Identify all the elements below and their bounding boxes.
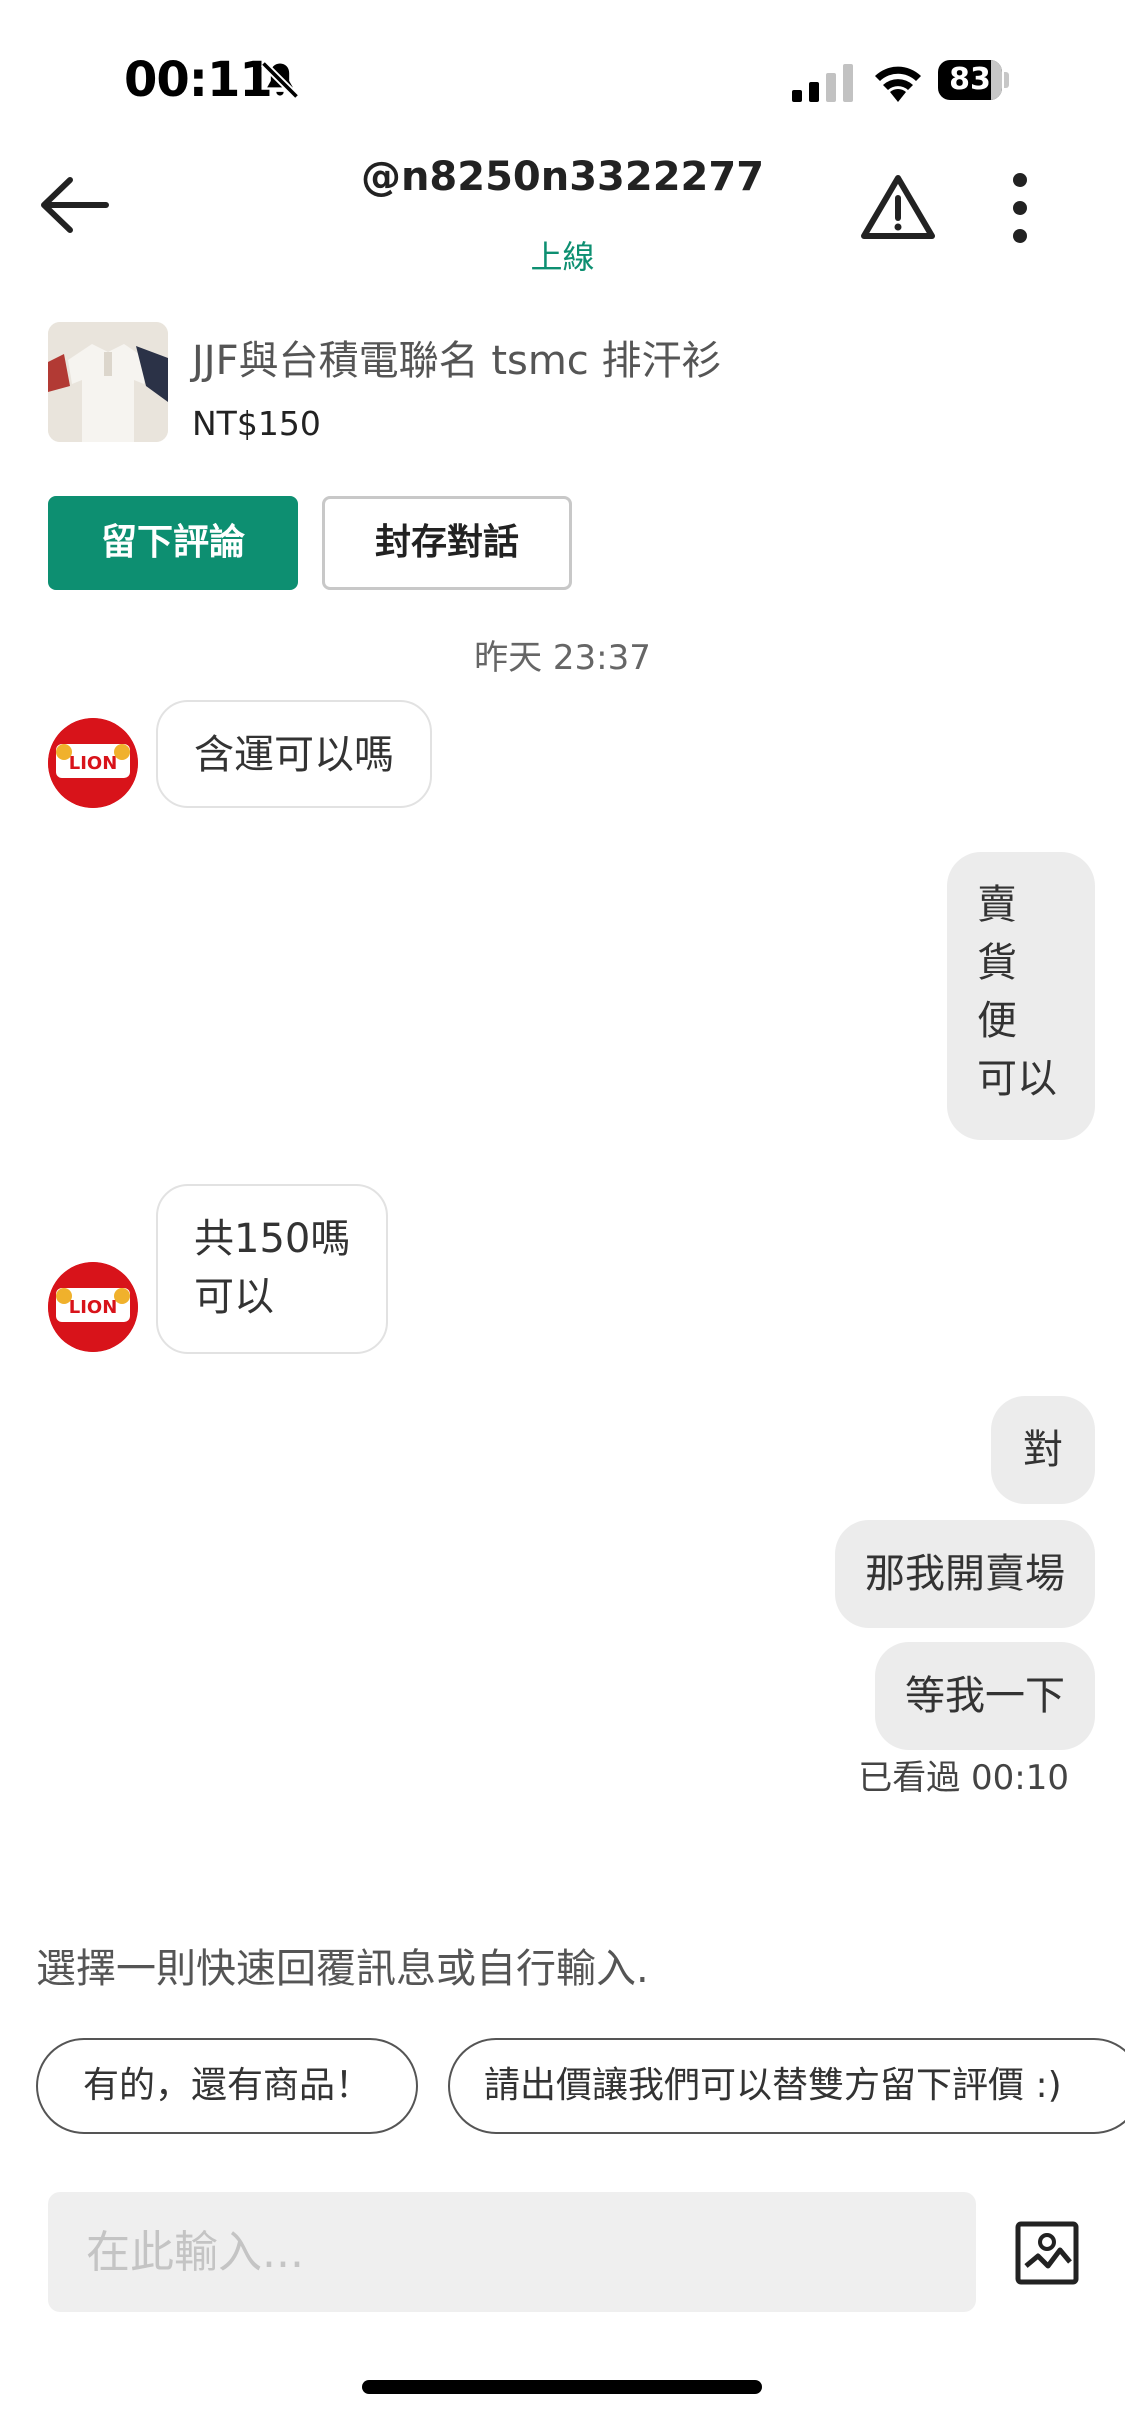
message-bubble-received: 含運可以嗎 — [156, 700, 432, 808]
more-vertical-icon[interactable] — [1000, 172, 1040, 244]
wifi-icon — [875, 66, 921, 102]
message-input[interactable] — [48, 2192, 976, 2312]
message-text: 可以 — [194, 1274, 274, 1320]
product-price: NT$150 — [192, 404, 321, 443]
quick-reply-hint: 選擇一則快速回覆訊息或自行輸入. — [36, 1946, 649, 1992]
status-time: 00:11 — [124, 52, 273, 108]
warning-icon[interactable] — [860, 172, 936, 242]
message-text: 便 — [977, 998, 1017, 1044]
avatar[interactable]: LION — [48, 718, 138, 808]
leave-review-button[interactable]: 留下評論 — [48, 496, 298, 590]
home-indicator[interactable] — [362, 2380, 762, 2394]
message-bubble-sent: 賣 貨 便 可以 — [947, 852, 1095, 1140]
quick-reply-chip[interactable]: 請出價讓我們可以替雙方留下評價 :) — [448, 2038, 1125, 2134]
seen-receipt: 已看過 00:10 — [858, 1758, 1069, 1798]
battery-icon: 83 — [938, 60, 1010, 100]
message-text: 等我一下 — [905, 1673, 1065, 1719]
svg-text:LION: LION — [69, 753, 118, 774]
date-separator: 昨天 23:37 — [474, 638, 651, 678]
message-bubble-sent: 等我一下 — [875, 1642, 1095, 1750]
quick-reply-chip[interactable]: 有的，還有商品！ — [36, 2038, 418, 2134]
message-text: 對 — [1023, 1427, 1063, 1473]
message-bubble-sent: 對 — [991, 1396, 1095, 1504]
product-name[interactable]: JJF與台積電聯名 tsmc 排汗衫 — [192, 328, 722, 386]
image-upload-icon[interactable] — [1014, 2220, 1080, 2286]
message-text: 貨 — [977, 940, 1017, 986]
message-text: 那我開賣場 — [865, 1551, 1065, 1597]
battery-percent: 83 — [949, 62, 991, 97]
message-bubble-sent: 那我開賣場 — [835, 1520, 1095, 1628]
online-status: 上線 — [530, 238, 595, 276]
message-text: 共150嗎 — [194, 1216, 351, 1262]
message-text: 含運可以嗎 — [194, 732, 394, 778]
message-text: 賣 — [977, 882, 1017, 928]
avatar[interactable]: LION — [48, 1262, 138, 1352]
svg-text:LION: LION — [69, 1297, 118, 1318]
product-thumbnail[interactable] — [48, 322, 168, 442]
message-bubble-received: 共150嗎 可以 — [156, 1184, 389, 1354]
chat-partner-name: @n8250n3322277 — [360, 154, 765, 200]
bell-off-icon — [260, 60, 300, 100]
message-text: 可以 — [977, 1056, 1057, 1102]
cellular-signal-icon — [792, 64, 853, 102]
archive-chat-button[interactable]: 封存對話 — [322, 496, 572, 590]
